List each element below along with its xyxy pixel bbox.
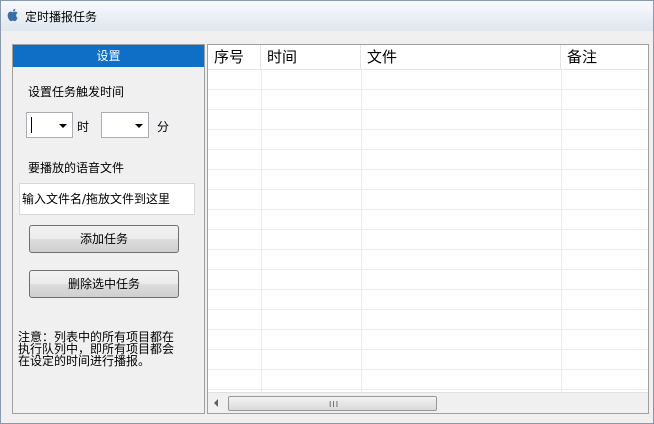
audio-file-input[interactable] [19,183,195,215]
column-header-file[interactable]: 文件 [361,45,561,70]
text-caret [31,117,32,133]
title-bar[interactable]: 定时播报任务 [1,1,653,31]
main-window: 定时播报任务 设置 设置任务触发时间 时 分 要播放的语音文件 添加任务 删除选… [0,0,654,424]
scroll-left-arrow-icon[interactable] [208,393,225,413]
window-title: 定时播报任务 [25,10,98,24]
column-divider [261,70,262,392]
task-list[interactable]: 序号 时间 文件 备注 III [207,44,649,414]
apple-app-icon [5,7,21,23]
note-text: 注意：列表中的所有项目都在 执行队列中，即所有项目都会 在设定的时间进行播报。 [18,331,198,367]
column-header-time[interactable]: 时间 [261,45,361,70]
add-task-button[interactable]: 添加任务 [29,225,179,253]
trigger-time-label: 设置任务触发时间 [28,85,125,99]
delete-selected-task-button[interactable]: 删除选中任务 [29,270,179,298]
column-divider [561,70,562,392]
note-line: 在设定的时间进行播报。 [18,354,151,368]
column-header-index[interactable]: 序号 [208,45,261,70]
minute-unit-label: 分 [157,120,170,134]
column-divider [361,70,362,392]
audio-file-label: 要播放的语音文件 [28,161,125,175]
hour-unit-label: 时 [77,120,90,134]
minute-select[interactable] [101,112,149,138]
horizontal-scrollbar[interactable]: III [208,392,648,413]
column-header-note[interactable]: 备注 [561,45,648,70]
chevron-down-icon[interactable] [59,124,67,128]
task-list-header: 序号 时间 文件 备注 [208,45,648,70]
task-list-rows[interactable] [208,70,648,392]
scrollbar-grip: III [329,400,340,409]
hour-select[interactable] [26,112,73,138]
settings-header: 设置 [13,45,204,67]
settings-panel: 设置 设置任务触发时间 时 分 要播放的语音文件 添加任务 删除选中任务 注意：… [12,44,205,414]
chevron-down-icon[interactable] [135,124,143,128]
scrollbar-thumb[interactable]: III [228,396,437,411]
